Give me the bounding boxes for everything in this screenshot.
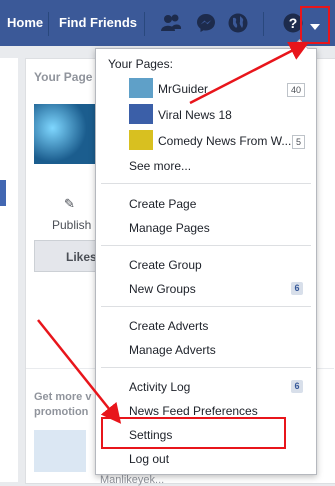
arrow-to-account-menu [189,41,310,105]
annotation-arrows [37,41,310,424]
arrow-to-settings [37,319,122,424]
